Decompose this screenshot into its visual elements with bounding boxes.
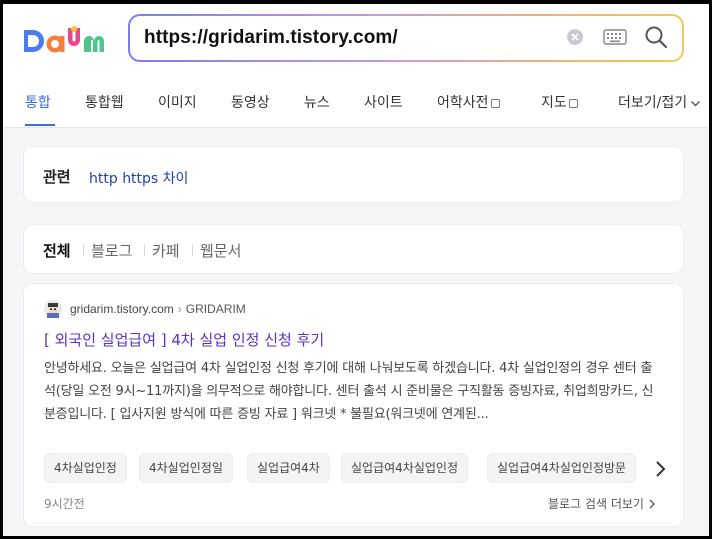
filter-divider [192, 244, 193, 256]
result-site: gridarim.tistory.com [70, 302, 174, 316]
tag-chip[interactable]: 실업급여4차실업인정방문 [487, 453, 637, 483]
chevron-right-icon[interactable] [653, 457, 669, 481]
related-search-link[interactable]: http https 차이 [89, 168, 188, 188]
filter-divider [144, 244, 145, 256]
filter-blog[interactable]: 블로그 [91, 240, 132, 261]
tab-web[interactable]: 통합웹 [85, 92, 124, 112]
search-input[interactable]: https://gridarim.tistory.com/ [144, 27, 398, 49]
search-result-card: gridarim.tistory.com › GRIDARIM [ 외국인 실업급여… [23, 283, 684, 527]
filter-divider [83, 244, 84, 256]
related-tags: 4차실업인정 4차실업인정일 실업급여4차 실업급여4차실업인정 실업급여4차실… [44, 453, 664, 485]
result-title-link[interactable]: [ 외국인 실업급여 ] 4차 실업 인정 신청 후기 [44, 329, 324, 350]
chevron-right-icon: › [177, 302, 182, 316]
daum-logo[interactable] [22, 22, 110, 58]
tab-dictionary-label: 어학사전 [437, 95, 489, 111]
blog-avatar-icon[interactable] [44, 300, 62, 318]
tab-map[interactable]: 지도 [541, 92, 578, 112]
search-icon[interactable] [644, 25, 668, 49]
more-label: 블로그 검색 더보기 [548, 497, 644, 511]
new-window-icon [490, 99, 500, 108]
chevron-right-icon [649, 499, 655, 509]
result-filter-card: 전체 블로그 카페 웹문서 [23, 224, 684, 274]
tag-chip[interactable]: 4차실업인정 [44, 453, 127, 483]
related-card: 관련 http https 차이 [23, 146, 684, 203]
tab-news[interactable]: 뉴스 [304, 92, 330, 112]
tag-chip[interactable]: 실업급여4차실업인정 [341, 453, 468, 483]
clear-icon[interactable] [567, 29, 583, 45]
result-timestamp: 9시간전 [44, 497, 85, 511]
tab-dictionary[interactable]: 어학사전 [437, 92, 500, 112]
chevron-down-icon [691, 101, 701, 107]
active-tab-indicator [25, 124, 55, 126]
filter-cafe[interactable]: 카페 [152, 240, 180, 261]
search-input-wrapper[interactable]: https://gridarim.tistory.com/ [130, 16, 682, 60]
tag-chip[interactable]: 실업급여4차 [247, 453, 330, 483]
related-label: 관련 [43, 168, 71, 186]
search-box: https://gridarim.tistory.com/ [128, 14, 684, 62]
filter-web-documents[interactable]: 웹문서 [200, 240, 241, 261]
tab-videos[interactable]: 동영상 [231, 92, 270, 112]
tab-integrated[interactable]: 통합 [25, 92, 51, 112]
tab-images[interactable]: 이미지 [158, 92, 197, 112]
result-snippet: 안녕하세요. 오늘은 실업급여 4차 실업인정 신청 후기에 대해 나눠보도록 … [44, 361, 654, 422]
new-window-icon [568, 99, 578, 108]
result-source[interactable]: gridarim.tistory.com › GRIDARIM [70, 302, 246, 316]
search-tabs: 통합 통합웹 이미지 동영상 뉴스 사이트 어학사전 지도 더보기/접기 [6, 80, 712, 127]
tab-sites[interactable]: 사이트 [364, 92, 403, 112]
filter-all[interactable]: 전체 [43, 240, 71, 261]
more-blog-results-link[interactable]: 블로그 검색 더보기 [548, 495, 656, 512]
tag-chip[interactable]: 4차실업인정일 [139, 453, 233, 483]
tab-map-label: 지도 [541, 95, 567, 111]
result-blog-name: GRIDARIM [185, 302, 246, 316]
tab-more-label: 더보기/접기 [618, 95, 688, 111]
keyboard-icon[interactable] [603, 28, 627, 46]
header: https://gridarim.tistory.com/ 통합 통합웹 이미지… [3, 4, 709, 128]
tab-more[interactable]: 더보기/접기 [618, 92, 701, 112]
